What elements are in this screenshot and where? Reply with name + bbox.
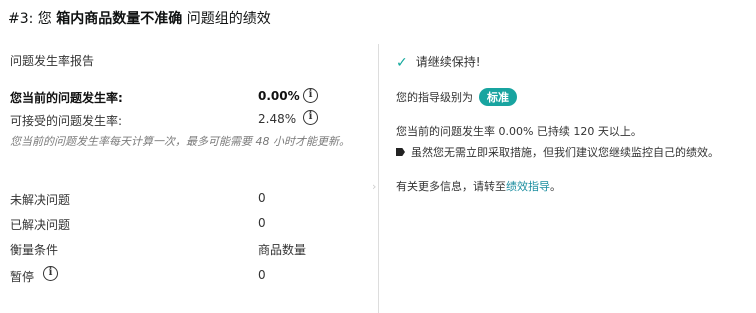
more-info: 有关更多信息，请转至绩效指导。 xyxy=(396,178,561,194)
current-rate-label: 您当前的问题发生率: xyxy=(10,91,123,105)
status-message: ✓ 请继续保持! xyxy=(396,53,481,71)
guidance-level: 您的指导级别为 标准 xyxy=(396,88,517,106)
rate-note: 您当前的问题发生率每天计算一次，最多可能需要 48 小时才能更新。 xyxy=(10,135,350,148)
panel-divider xyxy=(378,44,379,313)
more-info-suffix: 。 xyxy=(550,180,561,193)
paused-value: 0 xyxy=(258,268,266,282)
recommendation: 虽然您无需立即采取措施，但我们建议您继续监控自己的绩效。 xyxy=(396,144,719,160)
current-rate-info-icon[interactable]: i xyxy=(303,88,318,103)
chevron-right-icon: › xyxy=(372,180,377,193)
paused-label: 暂停 xyxy=(10,270,35,284)
unresolved-value: 0 xyxy=(258,191,266,205)
resolved-value: 0 xyxy=(258,216,266,230)
acceptable-rate-label: 可接受的问题发生率: xyxy=(10,114,123,128)
measure-label: 衡量条件 xyxy=(10,243,59,257)
guidance-level-badge: 标准 xyxy=(479,88,517,106)
current-rate-value: 0.00% xyxy=(258,89,300,103)
performance-guidance-link[interactable]: 绩效指导 xyxy=(506,180,550,193)
resolved-label: 已解决问题 xyxy=(10,218,71,232)
status-text: 请继续保持! xyxy=(415,55,481,69)
rate-duration-text: 您当前的问题发生率 0.00% 已持续 120 天以上。 xyxy=(396,125,642,138)
check-icon: ✓ xyxy=(396,55,408,71)
paused-info-icon[interactable]: i xyxy=(43,266,58,281)
recommendation-text: 虽然您无需立即采取措施，但我们建议您继续监控自己的绩效。 xyxy=(411,146,719,159)
acceptable-rate-value: 2.48% xyxy=(258,112,297,126)
more-info-prefix: 有关更多信息，请转至 xyxy=(396,180,506,193)
rate-report-panel: 问题发生率报告 您当前的问题发生率: 0.00% i 可接受的问题发生率: 2.… xyxy=(0,0,378,313)
measure-value: 商品数量 xyxy=(258,243,307,257)
section-title: 问题发生率报告 xyxy=(10,54,95,68)
unresolved-label: 未解决问题 xyxy=(10,193,71,207)
tag-icon xyxy=(396,148,405,156)
acceptable-rate-info-icon[interactable]: i xyxy=(303,110,318,125)
guidance-level-label: 您的指导级别为 xyxy=(396,91,473,104)
